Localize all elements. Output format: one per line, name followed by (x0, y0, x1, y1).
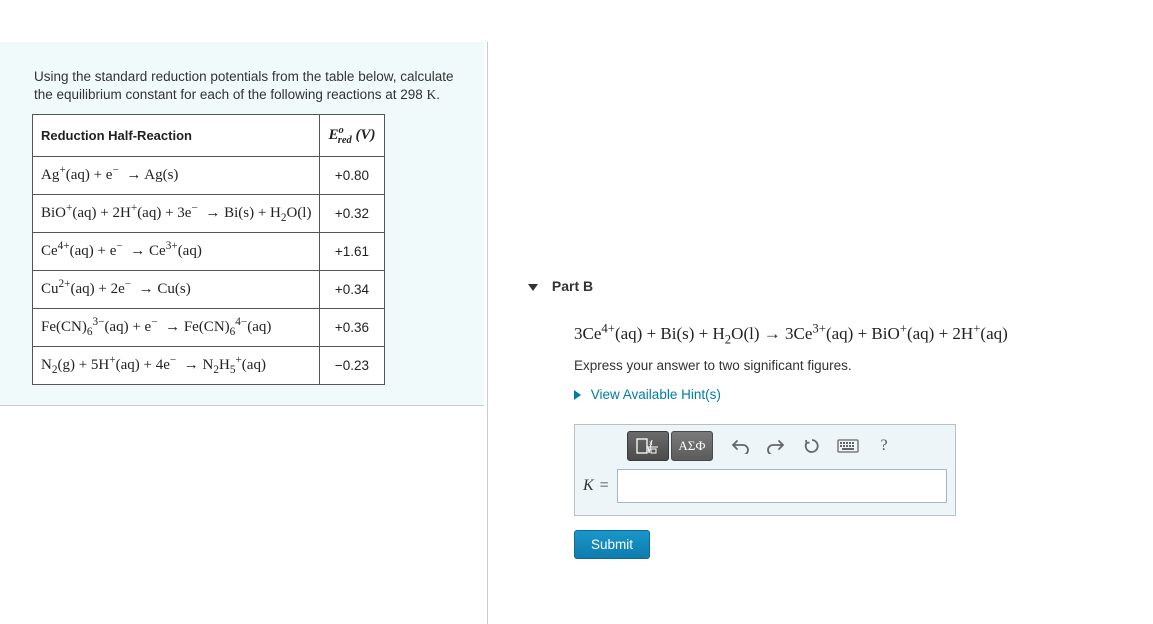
templates-button[interactable]: x (627, 431, 669, 461)
answer-box: x ΑΣФ (574, 424, 956, 516)
table-row: Fe(CN)63−(aq) + e− → Fe(CN)64−(aq) +0.36 (33, 309, 385, 347)
equation-toolbar: x ΑΣФ (619, 425, 955, 467)
answer-variable-label: K (583, 477, 594, 495)
table-row: BiO+(aq) + 2H+(aq) + 3e− → Bi(s) + H2O(l… (33, 195, 385, 233)
help-button[interactable]: ? (867, 431, 901, 461)
reaction-cell: Cu2+(aq) + 2e− → Cu(s) (33, 271, 320, 309)
table-header-potential: Eored (V) (320, 115, 384, 157)
potential-cell: +0.80 (320, 157, 384, 195)
table-row: Cu2+(aq) + 2e− → Cu(s) +0.34 (33, 271, 385, 309)
question-panel: Using the standard reduction potentials … (0, 42, 484, 406)
collapse-caret-icon (528, 284, 538, 291)
table-row: N2(g) + 5H+(aq) + 4e− → N2H5+(aq) −0.23 (33, 347, 385, 385)
table-row: Ce4+(aq) + e− → Ce3+(aq) +1.61 (33, 233, 385, 271)
reaction-cell: Ag+(aq) + e− → Ag(s) (33, 157, 320, 195)
undo-button[interactable] (723, 431, 757, 461)
potential-cell: +0.36 (320, 309, 384, 347)
reaction-cell: N2(g) + 5H+(aq) + 4e− → N2H5+(aq) (33, 347, 320, 385)
potential-cell: +0.34 (320, 271, 384, 309)
part-b-header[interactable]: Part B (528, 278, 1128, 294)
prompt-text: Using the standard reduction potentials … (0, 42, 484, 114)
equals-sign: = (600, 477, 609, 495)
reaction-cell: Ce4+(aq) + e− → Ce3+(aq) (33, 233, 320, 271)
view-hints-link[interactable]: View Available Hint(s) (574, 387, 721, 402)
reset-button[interactable] (795, 431, 829, 461)
reaction-cell: BiO+(aq) + 2H+(aq) + 3e− → Bi(s) + H2O(l… (33, 195, 320, 233)
keyboard-button[interactable] (831, 431, 865, 461)
table-row: Ag+(aq) + e− → Ag(s) +0.80 (33, 157, 385, 195)
answer-panel: Part B 3Ce4+(aq) + Bi(s) + H2O(l) → 3Ce3… (528, 278, 1128, 559)
reaction-equation: 3Ce4+(aq) + Bi(s) + H2O(l) → 3Ce3+(aq) +… (574, 324, 1128, 344)
redo-button[interactable] (759, 431, 793, 461)
vertical-separator (487, 42, 488, 624)
expand-caret-icon (574, 390, 581, 400)
table-header-reaction: Reduction Half-Reaction (33, 115, 320, 157)
reduction-potential-table: Reduction Half-Reaction Eored (V) Ag+(aq… (32, 114, 385, 385)
reaction-cell: Fe(CN)63−(aq) + e− → Fe(CN)64−(aq) (33, 309, 320, 347)
potential-cell: −0.23 (320, 347, 384, 385)
part-label: Part B (552, 278, 593, 294)
submit-button[interactable]: Submit (574, 530, 650, 559)
answer-input[interactable] (617, 469, 947, 503)
potential-cell: +0.32 (320, 195, 384, 233)
greek-symbols-button[interactable]: ΑΣФ (671, 431, 713, 461)
instruction-text: Express your answer to two significant f… (574, 358, 1128, 373)
potential-cell: +1.61 (320, 233, 384, 271)
